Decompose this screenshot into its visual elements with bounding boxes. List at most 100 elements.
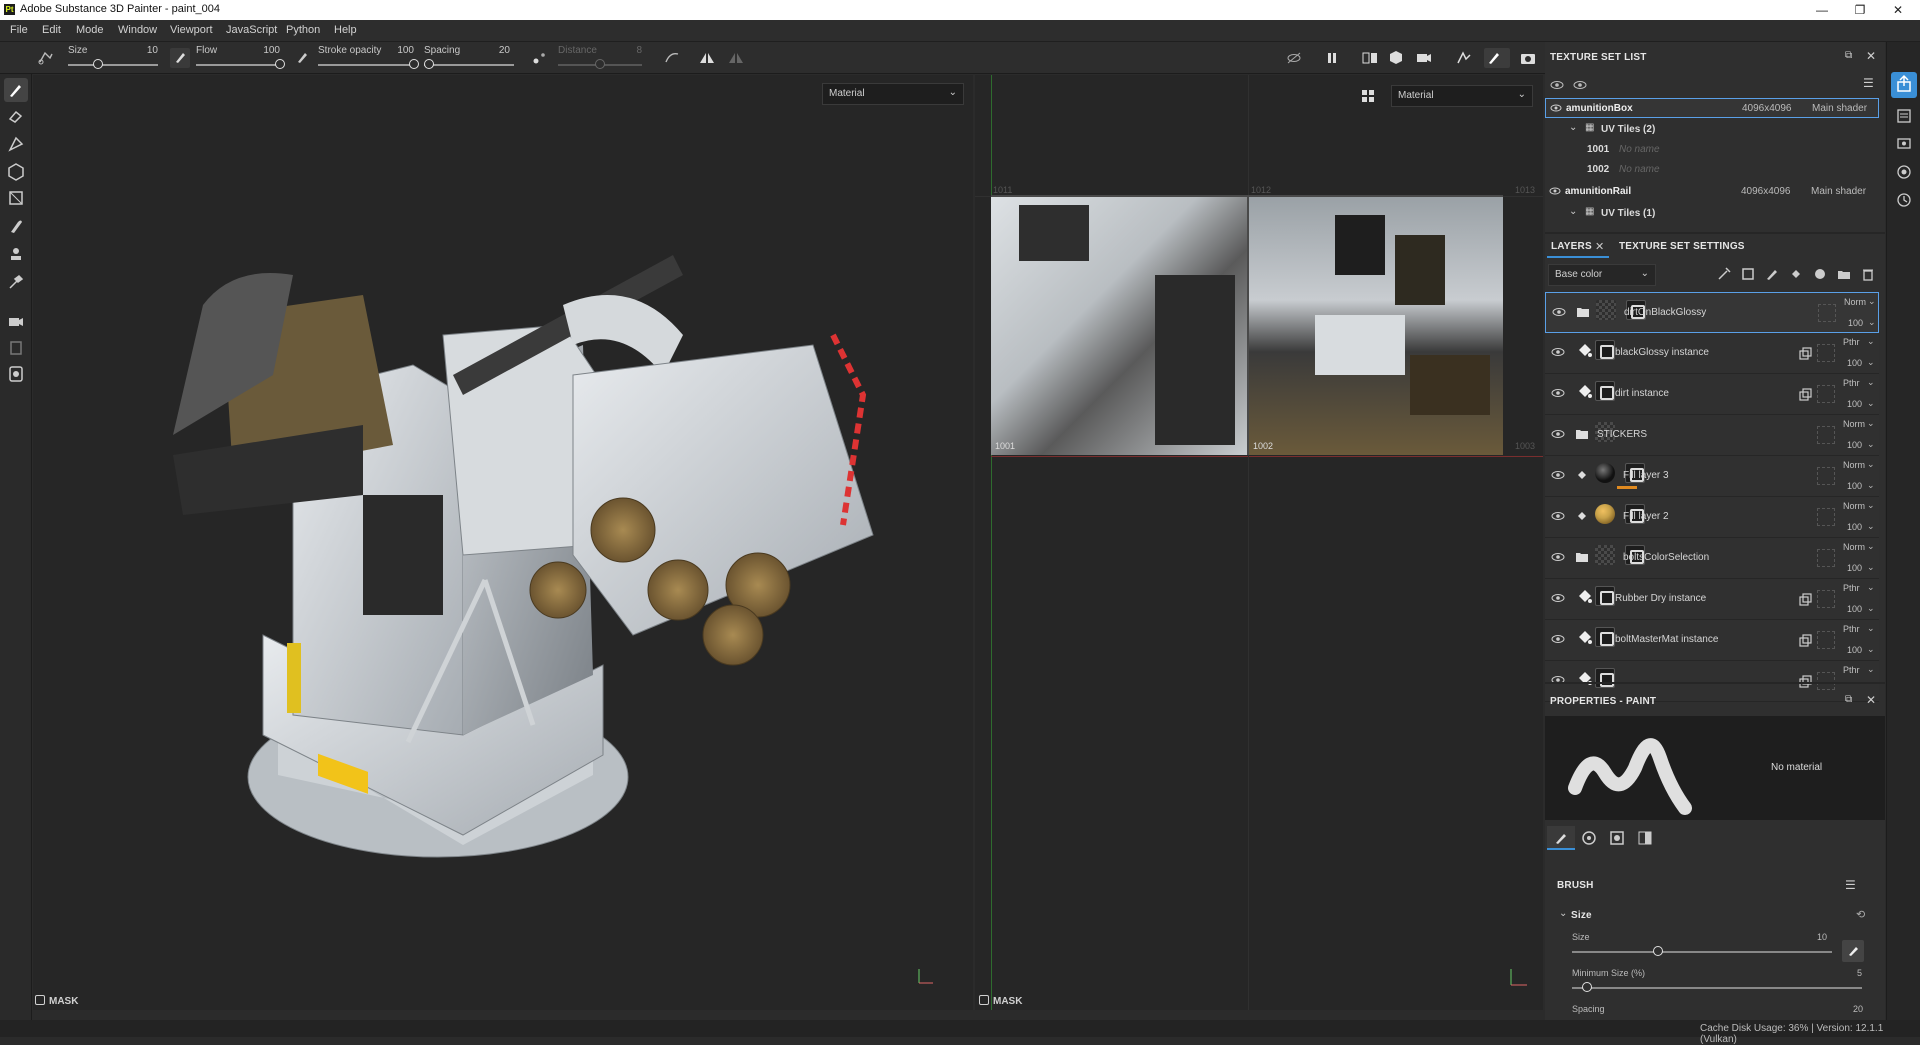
paint-brush-tool-icon[interactable]	[4, 78, 28, 102]
menu-edit[interactable]: Edit	[42, 24, 61, 36]
distance-value[interactable]: 8	[618, 45, 642, 56]
history-icon[interactable]	[1896, 192, 1912, 208]
material-picker-tool-icon[interactable]	[4, 310, 28, 334]
layer-mask-slot[interactable]	[1817, 672, 1835, 690]
mask-thumbnail[interactable]	[1595, 586, 1615, 606]
min-size-knob[interactable]	[1581, 982, 1592, 992]
instance-link-icon[interactable]	[1799, 634, 1813, 648]
clone-stamp-tool-icon[interactable]	[4, 242, 28, 266]
chevron-down-icon[interactable]: ⌄	[1867, 418, 1875, 429]
layer-opacity[interactable]: 100	[1848, 318, 1863, 328]
chevron-down-icon[interactable]: ⌄	[1867, 603, 1875, 614]
maximize-button[interactable]: ❐	[1840, 2, 1880, 18]
layer-opacity[interactable]: 100	[1847, 563, 1862, 573]
physical-scale-tool-icon[interactable]	[4, 362, 28, 386]
flow-slider[interactable]	[196, 64, 280, 66]
lazy-mouse-icon[interactable]	[530, 48, 550, 68]
layer-opacity[interactable]: 100	[1847, 522, 1862, 532]
chevron-down-icon[interactable]: ⌄	[1867, 623, 1875, 634]
color-picker-tool-icon[interactable]	[4, 270, 28, 294]
blend-mode-dropdown[interactable]: Pthr	[1843, 583, 1860, 593]
mask-thumbnail[interactable]	[1595, 668, 1615, 688]
close-button[interactable]: ✕	[1878, 2, 1918, 18]
tab-texture-set-settings[interactable]: TEXTURE SET SETTINGS	[1615, 236, 1745, 258]
spacing-knob[interactable]	[423, 59, 434, 69]
brush-size-knob[interactable]	[1652, 946, 1663, 956]
layer-row[interactable]: STICKERS Norm ⌄ 100 ⌄	[1545, 415, 1879, 456]
flow-slider-knob[interactable]	[275, 59, 285, 69]
layer-opacity[interactable]: 100	[1847, 481, 1862, 491]
blend-mode-dropdown[interactable]: Pthr	[1843, 665, 1860, 675]
tab-brush-properties-icon[interactable]	[1547, 826, 1575, 850]
viewport-2d-channel-dropdown[interactable]: Material ⌄	[1391, 85, 1533, 107]
uv-tiles-group[interactable]: ⌄ ▦ UV Tiles (1)	[1545, 204, 1885, 224]
export-icon[interactable]	[1891, 72, 1917, 98]
layer-row[interactable]: Fill layer 3 Norm ⌄ 100 ⌄	[1545, 456, 1879, 497]
viewport-3d-mask-toggle[interactable]: MASK	[35, 995, 78, 1007]
projection-tool-icon[interactable]	[4, 132, 28, 156]
layer-mask-slot[interactable]	[1817, 631, 1835, 649]
visibility-icon[interactable]	[1550, 78, 1564, 92]
texture-set-amunitionrail[interactable]: amunitionRail 4096x4096 Main shader	[1545, 182, 1885, 202]
viewport-2d-uv[interactable]: 1011 1012 1013 1001 1002 1003 Material ⌄…	[975, 75, 1543, 1010]
distance-knob[interactable]	[595, 59, 605, 69]
viewport-2d-mask-toggle[interactable]: MASK	[979, 995, 1022, 1007]
layer-row[interactable]: blackGlossy instance Pthr ⌄ 100 ⌄	[1545, 333, 1879, 374]
chevron-down-icon[interactable]: ⌄	[1867, 562, 1875, 573]
size-slider-knob[interactable]	[92, 59, 103, 69]
brush-alignment-icon[interactable]	[36, 48, 56, 68]
screenshot-icon[interactable]	[1518, 48, 1538, 68]
blend-mode-dropdown[interactable]: Norm	[1843, 419, 1865, 429]
layer-mask-slot[interactable]	[1817, 590, 1835, 608]
add-folder-icon[interactable]	[1837, 267, 1851, 281]
layer-mask-slot[interactable]	[1817, 385, 1835, 403]
chevron-down-icon[interactable]: ⌄	[1867, 480, 1875, 491]
layer-mask-slot[interactable]	[1817, 467, 1835, 485]
mask-thumbnail[interactable]	[1595, 340, 1615, 360]
grid-layout-icon[interactable]	[1361, 89, 1375, 103]
menu-javascript[interactable]: JavaScript	[226, 24, 277, 36]
eye-icon[interactable]	[1551, 427, 1565, 441]
chevron-down-icon[interactable]: ⌄	[1867, 439, 1875, 450]
size-slider[interactable]	[68, 64, 158, 66]
eye-icon[interactable]	[1551, 550, 1565, 564]
layer-opacity[interactable]: 100	[1847, 358, 1862, 368]
delete-layer-icon[interactable]	[1861, 267, 1875, 281]
chevron-down-icon[interactable]: ⌄	[1868, 296, 1876, 307]
spacing-slider[interactable]	[424, 64, 514, 66]
layer-mask-slot[interactable]	[1817, 426, 1835, 444]
turret-model[interactable]	[33, 75, 973, 1010]
geometry-mask-tool-icon[interactable]	[4, 186, 28, 210]
layer-row[interactable]: dirt instance Pthr ⌄ 100 ⌄	[1545, 374, 1879, 415]
shader-settings-icon[interactable]	[1896, 164, 1912, 180]
blend-mode-dropdown[interactable]: Pthr	[1843, 337, 1860, 347]
blend-mode-dropdown[interactable]: Pthr	[1843, 624, 1860, 634]
pen-pressure-opacity-icon[interactable]	[292, 48, 312, 68]
flow-value[interactable]: 100	[256, 45, 280, 56]
menu-mode[interactable]: Mode	[76, 24, 104, 36]
eye-icon[interactable]	[1551, 632, 1565, 646]
layer-row[interactable]: boltMasterMat instance Pthr ⌄ 100 ⌄	[1545, 620, 1879, 661]
instance-link-icon[interactable]	[1799, 593, 1813, 607]
brush-menu-icon[interactable]: ☰	[1845, 878, 1856, 892]
menu-python[interactable]: Python	[286, 24, 320, 36]
chevron-down-icon[interactable]: ⌄	[1867, 541, 1875, 552]
close-tab-icon[interactable]: ✕	[1595, 240, 1604, 253]
chevron-down-icon[interactable]: ⌄	[1867, 582, 1875, 593]
tab-stencil-icon[interactable]	[1609, 830, 1625, 846]
bake-tool-icon[interactable]	[4, 336, 28, 360]
layer-opacity[interactable]: 100	[1847, 645, 1862, 655]
blend-mode-dropdown[interactable]: Pthr	[1843, 378, 1860, 388]
instance-link-icon[interactable]	[1799, 347, 1813, 361]
menu-icon[interactable]: ☰	[1863, 76, 1874, 90]
add-mask-icon[interactable]	[1741, 267, 1755, 281]
add-effect-icon[interactable]	[1717, 267, 1731, 281]
eye-icon[interactable]	[1551, 591, 1565, 605]
mask-thumbnail[interactable]	[1595, 627, 1615, 647]
uv-tile-row[interactable]: 1002 No name	[1545, 160, 1885, 180]
spacing-value[interactable]: 20	[486, 45, 510, 56]
chevron-down-icon[interactable]: ⌄	[1569, 122, 1577, 133]
pen-pressure-icon[interactable]	[170, 48, 190, 68]
layer-row[interactable]: Rubber Dry instance Pthr ⌄ 100 ⌄	[1545, 579, 1879, 620]
eye-icon[interactable]	[1551, 386, 1565, 400]
